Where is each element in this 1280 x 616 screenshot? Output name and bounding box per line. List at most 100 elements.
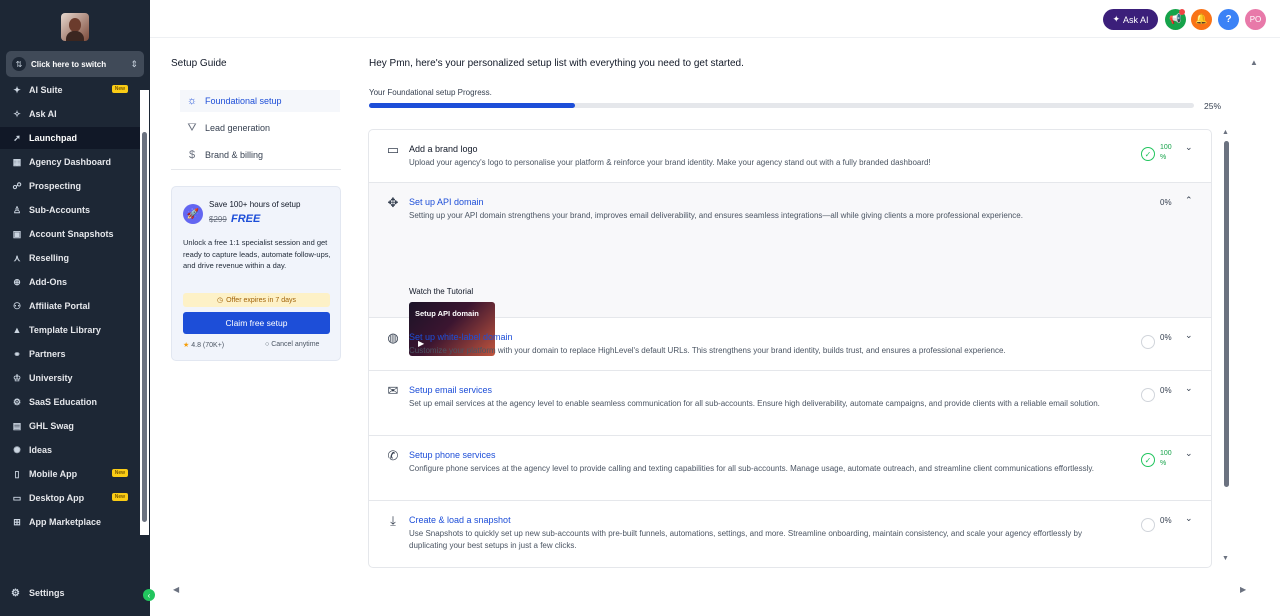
agency-avatar[interactable] bbox=[61, 13, 89, 41]
chevron-down-icon[interactable]: ⌄ bbox=[1185, 513, 1193, 524]
sidebar-item-university[interactable]: ♔ University bbox=[0, 367, 140, 389]
reselling-icon: ⋏ bbox=[13, 252, 21, 263]
setup-task-setup-email-services[interactable]: ✉ Setup email services Set up email servic… bbox=[369, 371, 1211, 436]
task-title[interactable]: Set up white-label domain bbox=[409, 332, 513, 342]
chevron-down-icon[interactable]: ⌄ bbox=[1185, 330, 1193, 341]
sidebar-item-prospecting[interactable]: ☍ Prospecting bbox=[0, 175, 140, 197]
task-title[interactable]: Add a brand logo bbox=[409, 144, 478, 154]
sidebar-item-label: Settings bbox=[29, 588, 65, 598]
ask-ai-label: Ask AI bbox=[1123, 14, 1149, 25]
task-title[interactable]: Set up API domain bbox=[409, 197, 484, 207]
guide-nav-lead-generation[interactable]: ⛛ Lead generation bbox=[180, 117, 340, 139]
page-scroll-up-arrow[interactable]: ▲ bbox=[1250, 58, 1258, 67]
sidebar-item-ai-suite[interactable]: ✦ AI Suite New bbox=[0, 83, 140, 101]
sidebar-item-reselling[interactable]: ⋏ Reselling bbox=[0, 247, 140, 269]
claim-free-setup-button[interactable]: Claim free setup bbox=[183, 312, 330, 334]
sidebar-item-ideas[interactable]: ✺ Ideas bbox=[0, 439, 140, 461]
sidebar-item-label: AI Suite bbox=[29, 85, 63, 95]
task-list-scrollbar[interactable]: ▲ ▼ bbox=[1222, 129, 1231, 569]
help-button[interactable]: ? bbox=[1218, 9, 1239, 30]
sparkle-icon: ✧ bbox=[13, 108, 21, 119]
sidebar-item-saas-education[interactable]: ⚙ SaaS Education bbox=[0, 391, 140, 413]
sidebar-item-label: Mobile App bbox=[29, 469, 78, 479]
scroll-left-arrow[interactable]: ◀ bbox=[173, 585, 179, 594]
new-badge: New bbox=[111, 469, 128, 477]
graduation-icon: ♔ bbox=[12, 372, 22, 383]
sidebar: ⇅ Click here to switch ⇕ ✦ AI Suite New ✧ As… bbox=[0, 0, 155, 616]
sidebar-item-app-marketplace[interactable]: ⊞ App Marketplace bbox=[0, 511, 140, 533]
download-icon: ⤓ bbox=[390, 513, 396, 528]
sidebar-item-affiliate-portal[interactable]: ⚇ Affiliate Portal bbox=[0, 295, 140, 317]
guide-nav-label: Foundational setup bbox=[205, 96, 282, 106]
dollar-icon: $ bbox=[188, 149, 196, 161]
announcements-button[interactable]: 📢 bbox=[1165, 9, 1186, 30]
tutorial-video-title: Setup API domain bbox=[415, 309, 479, 318]
setup-task-set-up-white-label-domain[interactable]: ◍ Set up white-label domain Customize your… bbox=[369, 318, 1211, 371]
task-title[interactable]: Setup phone services bbox=[409, 450, 496, 460]
sidebar-item-desktop-app[interactable]: ▭ Desktop App New bbox=[0, 487, 140, 509]
progress-label: Your Foundational setup Progress. bbox=[369, 88, 492, 97]
account-switcher[interactable]: ⇅ Click here to switch ⇕ bbox=[6, 51, 144, 77]
notifications-button[interactable]: 🔔 bbox=[1191, 9, 1212, 30]
sidebar-scrollbar-thumb[interactable] bbox=[142, 132, 147, 522]
setup-task-create-load-a-snapshot[interactable]: ⤓ Create & load a snapshot Use Snapshots t… bbox=[369, 501, 1211, 567]
scroll-right-arrow[interactable]: ▶ bbox=[1240, 585, 1246, 594]
divider bbox=[171, 169, 341, 170]
setup-task-set-up-api-domain[interactable]: ✥ Set up API domain Setting up your API do… bbox=[369, 183, 1211, 356]
sidebar-item-agency-dashboard[interactable]: ▦ Agency Dashboard bbox=[0, 151, 140, 173]
sidebar-collapse-button[interactable]: ‹ bbox=[143, 589, 155, 601]
guide-nav-foundational-setup[interactable]: ☼ Foundational setup bbox=[180, 90, 340, 112]
scroll-down-arrow[interactable]: ▼ bbox=[1222, 555, 1229, 562]
cancel-anytime-text: Cancel anytime bbox=[271, 341, 320, 348]
sidebar-item-label: Prospecting bbox=[29, 181, 82, 191]
status-circle-icon bbox=[1141, 335, 1155, 349]
task-list-scrollbar-thumb[interactable] bbox=[1224, 141, 1229, 487]
cancel-anytime: ○ Cancel anytime bbox=[265, 341, 319, 348]
gift-icon: ▤ bbox=[12, 420, 22, 431]
task-description: Configure phone services at the agency l… bbox=[409, 464, 1094, 473]
sidebar-item-settings[interactable]: ⚙ Settings bbox=[0, 582, 140, 604]
sidebar-scrollbar[interactable] bbox=[140, 90, 149, 535]
new-badge: New bbox=[111, 85, 128, 93]
sidebar-item-mobile-app[interactable]: ▯ Mobile App New bbox=[0, 463, 140, 485]
profile-initials: PO bbox=[1249, 15, 1262, 24]
sidebar-item-label: Add-Ons bbox=[29, 277, 67, 287]
sidebar-item-template-library[interactable]: ▲ Template Library bbox=[0, 319, 140, 341]
sidebar-item-label: Ask AI bbox=[29, 109, 57, 119]
greeting-heading: Hey Pmn, here's your personalized setup … bbox=[369, 58, 744, 69]
setup-task-setup-phone-services[interactable]: ✆ Setup phone services Configure phone ser… bbox=[369, 436, 1211, 501]
megaphone-icon: 📢 bbox=[1169, 14, 1182, 25]
task-title[interactable]: Setup email services bbox=[409, 385, 492, 395]
sidebar-item-label: Desktop App bbox=[29, 493, 85, 503]
scroll-up-arrow[interactable]: ▲ bbox=[1222, 129, 1229, 136]
chevron-down-icon[interactable]: ⌄ bbox=[1185, 142, 1193, 153]
guide-nav-brand-billing[interactable]: $ Brand & billing bbox=[180, 144, 340, 166]
task-title[interactable]: Create & load a snapshot bbox=[409, 515, 511, 525]
sidebar-item-launchpad[interactable]: ➚ Launchpad bbox=[0, 127, 140, 149]
addons-icon: ⊕ bbox=[13, 276, 21, 287]
task-progress-percent: 0% bbox=[1160, 386, 1172, 395]
profile-avatar[interactable]: PO bbox=[1245, 9, 1266, 30]
sun-icon: ☼ bbox=[186, 95, 198, 107]
promo-headline: Save 100+ hours of setup bbox=[209, 200, 301, 209]
sidebar-item-sub-accounts[interactable]: ♙ Sub-Accounts bbox=[0, 199, 140, 221]
ask-ai-button[interactable]: ✦ Ask AI bbox=[1103, 9, 1158, 30]
globe-icon: ◍ bbox=[387, 330, 399, 345]
task-progress-percent: 0% bbox=[1160, 198, 1172, 207]
template-icon: ▲ bbox=[12, 325, 22, 335]
progress-bar bbox=[369, 103, 1194, 108]
offer-expiry-text: Offer expires in 7 days bbox=[226, 296, 296, 304]
task-progress-percent: 100 % bbox=[1160, 450, 1172, 467]
sidebar-item-partners[interactable]: ⚭ Partners bbox=[0, 343, 140, 365]
setup-task-add-a-brand-logo[interactable]: ▭ Add a brand logo Upload your agency's lo… bbox=[369, 130, 1211, 183]
task-description: Upload your agency's logo to personalise… bbox=[409, 158, 931, 167]
chevron-down-icon[interactable]: ⌄ bbox=[1185, 448, 1193, 459]
rating: ★ 4.8 (70K+) bbox=[183, 341, 224, 349]
sidebar-item-account-snapshots[interactable]: ▣ Account Snapshots bbox=[0, 223, 140, 245]
sidebar-item-ghl-swag[interactable]: ▤ GHL Swag bbox=[0, 415, 140, 437]
chevron-up-icon[interactable]: ⌃ bbox=[1185, 195, 1193, 206]
sidebar-item-add-ons[interactable]: ⊕ Add-Ons bbox=[0, 271, 140, 293]
sidebar-item-ask-ai[interactable]: ✧ Ask AI bbox=[0, 103, 140, 125]
chevron-updown-icon: ⇕ bbox=[130, 58, 138, 69]
chevron-down-icon[interactable]: ⌄ bbox=[1185, 383, 1193, 394]
